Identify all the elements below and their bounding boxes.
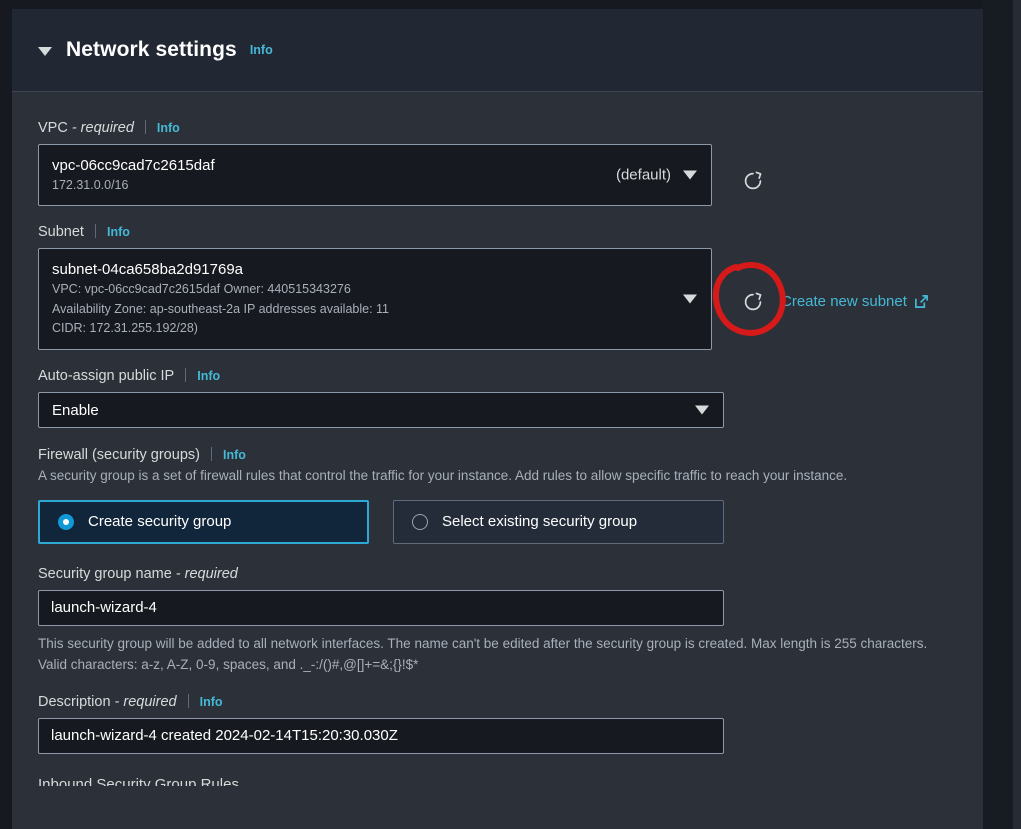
external-link-icon	[914, 294, 929, 309]
subnet-selected-value: subnet-04ca658ba2d91769a	[52, 259, 671, 280]
auto-assign-ip-label: Auto-assign public IP	[38, 368, 174, 384]
page-title: Network settings	[66, 38, 237, 62]
subnet-select[interactable]: subnet-04ca658ba2d91769a VPC: vpc-06cc9c…	[38, 248, 712, 349]
label-divider	[211, 447, 212, 461]
subnet-detail-line-1: VPC: vpc-06cc9cad7c2615daf Owner: 440515…	[52, 280, 671, 299]
caret-down-icon[interactable]	[38, 47, 52, 56]
security-group-name-label: Security group name	[38, 566, 172, 582]
firewall-option-group: Create security group Select existing se…	[38, 500, 959, 544]
security-group-name-required: - required	[176, 566, 238, 582]
auto-assign-ip-select[interactable]: Enable	[38, 392, 724, 428]
description-input[interactable]	[38, 718, 724, 754]
inbound-rules-heading-partial: Inbound Security Group Rules	[38, 776, 959, 786]
subnet-info-link[interactable]: Info	[107, 225, 130, 239]
firewall-option-label: Select existing security group	[442, 513, 637, 530]
network-settings-body: VPC - required Info vpc-06cc9cad7c2615da…	[12, 92, 983, 829]
subnet-label: Subnet	[38, 224, 84, 240]
vpc-row: vpc-06cc9cad7c2615daf 172.31.0.0/16 (def…	[38, 144, 959, 206]
radio-selected-icon[interactable]	[58, 514, 74, 530]
firewall-label-row: Firewall (security groups) Info	[38, 445, 959, 463]
firewall-description: A security group is a set of firewall ru…	[38, 466, 928, 486]
vpc-required: - required	[72, 120, 134, 136]
network-settings-header[interactable]: Network settings Info	[12, 9, 983, 92]
label-divider	[145, 120, 146, 134]
vpc-select[interactable]: vpc-06cc9cad7c2615daf 172.31.0.0/16 (def…	[38, 144, 712, 206]
description-label-row: Description - required Info	[38, 692, 959, 710]
vpc-label-row: VPC - required Info	[38, 118, 959, 136]
subnet-detail-line-3: CIDR: 172.31.255.192/28)	[52, 319, 671, 338]
firewall-option-label: Create security group	[88, 513, 231, 530]
subnet-refresh-button[interactable]	[740, 289, 766, 315]
security-group-name-label-row: Security group name - required	[38, 566, 959, 582]
firewall-option-create-security-group[interactable]: Create security group	[38, 500, 369, 544]
create-new-subnet-label: Create new subnet	[781, 293, 907, 310]
firewall-info-link[interactable]: Info	[223, 448, 246, 462]
refresh-icon	[742, 291, 764, 313]
description-label: Description	[38, 694, 111, 710]
firewall-label: Firewall (security groups)	[38, 447, 200, 463]
network-settings-panel: Network settings Info VPC - required Inf…	[12, 9, 983, 829]
vpc-info-link[interactable]: Info	[157, 121, 180, 135]
firewall-option-select-existing-security-group[interactable]: Select existing security group	[393, 500, 724, 544]
auto-assign-ip-label-row: Auto-assign public IP Info	[38, 366, 959, 384]
subnet-detail-line-2: Availability Zone: ap-southeast-2a IP ad…	[52, 300, 671, 319]
vpc-default-badge: (default)	[616, 167, 671, 184]
description-info-link[interactable]: Info	[200, 695, 223, 709]
radio-unselected-icon[interactable]	[412, 514, 428, 530]
create-new-subnet-link[interactable]: Create new subnet	[781, 293, 929, 310]
vpc-cidr: 172.31.0.0/16	[52, 176, 671, 195]
auto-assign-ip-value: Enable	[52, 400, 683, 421]
security-group-name-hint: This security group will be added to all…	[38, 634, 959, 676]
label-divider	[188, 694, 189, 708]
vpc-refresh-button[interactable]	[740, 168, 766, 194]
description-required: - required	[115, 694, 177, 710]
right-gutter	[983, 0, 1013, 829]
subnet-label-row: Subnet Info	[38, 222, 959, 240]
label-divider	[95, 224, 96, 238]
scrollbar-track[interactable]	[1013, 0, 1021, 829]
vpc-selected-value: vpc-06cc9cad7c2615daf	[52, 155, 671, 176]
subnet-row: subnet-04ca658ba2d91769a VPC: vpc-06cc9c…	[38, 248, 959, 349]
security-group-name-input[interactable]	[38, 590, 724, 626]
label-divider	[185, 368, 186, 382]
vpc-label: VPC	[38, 120, 68, 136]
chevron-down-icon[interactable]	[683, 294, 697, 303]
chevron-down-icon[interactable]	[695, 405, 709, 414]
refresh-icon	[742, 170, 764, 192]
page-root: Network settings Info VPC - required Inf…	[0, 0, 1021, 829]
auto-assign-ip-info-link[interactable]: Info	[197, 369, 220, 383]
section-info-link[interactable]: Info	[250, 43, 273, 57]
chevron-down-icon[interactable]	[683, 171, 697, 180]
